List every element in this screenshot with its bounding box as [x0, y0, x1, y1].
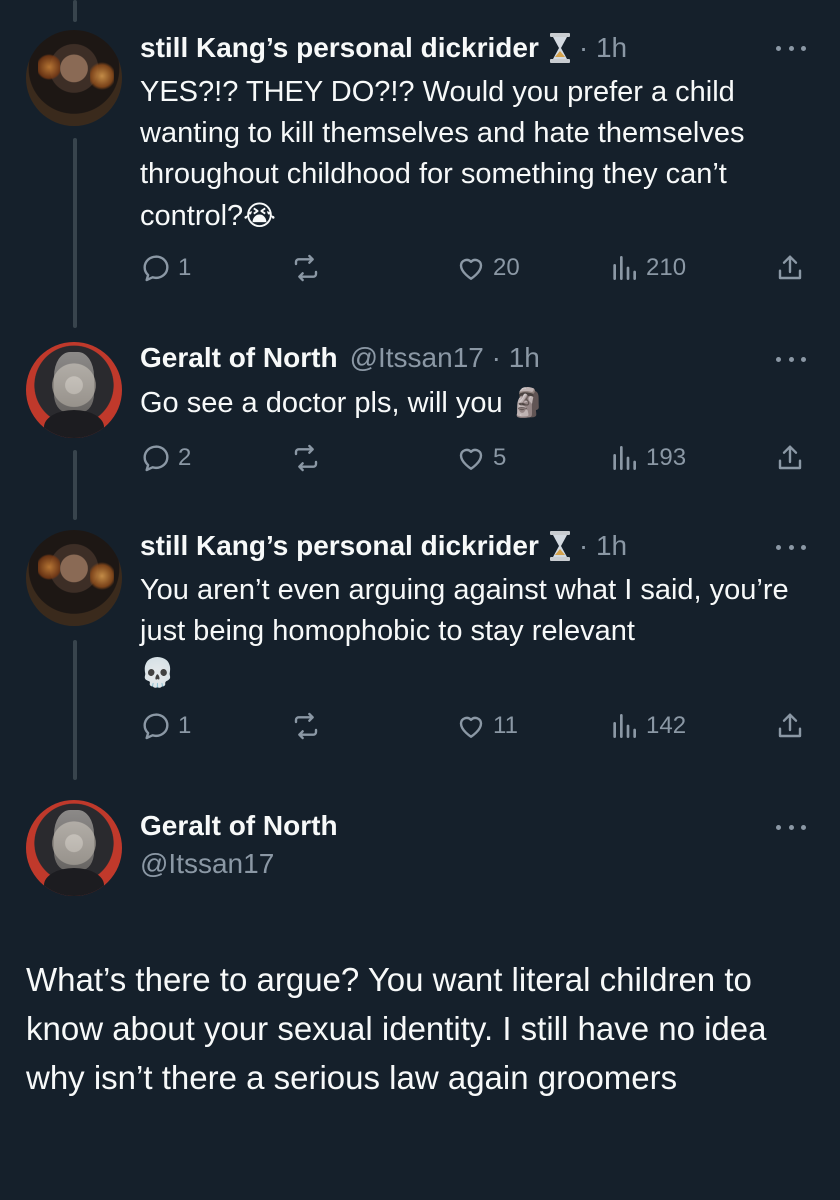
views-icon: [613, 714, 636, 738]
handle[interactable]: @Itssan17: [140, 848, 274, 880]
avatar[interactable]: [26, 530, 122, 626]
thread-line: [73, 138, 77, 328]
tweet-text: YES?!? THEY DO?!? Would you prefer a chi…: [140, 76, 745, 232]
thread-line: [73, 640, 77, 780]
share-button[interactable]: [774, 442, 812, 474]
reply-icon: [143, 445, 169, 472]
main-tweet-text: What’s there to argue? You want literal …: [26, 961, 767, 1096]
avatar[interactable]: [26, 800, 122, 896]
moai-emoji: 🗿: [510, 386, 546, 419]
reply-button[interactable]: 2: [140, 442, 191, 474]
avatar[interactable]: [26, 342, 122, 438]
hourglass-icon: [549, 531, 571, 561]
action-bar: 1 20 210: [140, 252, 820, 286]
action-bar: 2 5 193: [140, 442, 820, 476]
share-icon: [778, 713, 802, 738]
skull-emoji: 💀: [140, 656, 175, 689]
views-button[interactable]: 142: [608, 710, 686, 742]
retweet-icon: [294, 254, 318, 282]
action-bar: 1 11 142: [140, 710, 820, 744]
display-name[interactable]: still Kang’s personal dickrider: [140, 530, 539, 562]
share-icon: [778, 445, 802, 470]
more-icon[interactable]: [776, 822, 806, 832]
like-button[interactable]: 20: [455, 252, 520, 284]
share-button[interactable]: [774, 710, 812, 742]
tweet-text: You aren’t even arguing against what I s…: [140, 574, 789, 689]
reply-icon: [143, 713, 169, 740]
more-icon[interactable]: [776, 354, 806, 364]
retweet-button[interactable]: [290, 252, 328, 284]
like-icon: [459, 448, 483, 470]
tweet-text: Go see a doctor pls, will you 🗿: [140, 386, 546, 419]
reply-button[interactable]: 1: [140, 710, 191, 742]
views-button[interactable]: 210: [608, 252, 686, 284]
views-button[interactable]: 193: [608, 442, 686, 474]
like-icon: [459, 716, 483, 738]
display-name[interactable]: Geralt of North: [140, 342, 338, 374]
share-button[interactable]: [774, 252, 812, 284]
reply-button[interactable]: 1: [140, 252, 191, 284]
like-icon: [459, 258, 483, 280]
like-button[interactable]: 5: [455, 442, 506, 474]
handle-timestamp[interactable]: @Itssan17 · 1h: [350, 342, 540, 374]
retweet-button[interactable]: [290, 710, 328, 742]
hourglass-icon: [549, 33, 571, 63]
reply-icon: [143, 255, 169, 282]
thread-line: [73, 450, 77, 520]
thread-line: [73, 0, 77, 22]
timestamp[interactable]: · 1h: [579, 530, 627, 562]
timestamp[interactable]: · 1h: [579, 32, 627, 64]
share-icon: [778, 255, 802, 280]
display-name[interactable]: still Kang’s personal dickrider: [140, 32, 539, 64]
more-icon[interactable]: [776, 43, 806, 53]
crying-emoji: 😭: [243, 199, 276, 232]
avatar[interactable]: [26, 30, 122, 126]
like-button[interactable]: 11: [455, 710, 518, 742]
views-icon: [613, 446, 636, 470]
retweet-icon: [294, 712, 318, 740]
tweet-thread: still Kang’s personal dickrider · 1h YES…: [0, 0, 840, 1200]
display-name[interactable]: Geralt of North: [140, 810, 338, 842]
retweet-icon: [294, 444, 318, 472]
views-icon: [613, 255, 636, 280]
retweet-button[interactable]: [290, 442, 328, 474]
more-icon[interactable]: [776, 542, 806, 552]
